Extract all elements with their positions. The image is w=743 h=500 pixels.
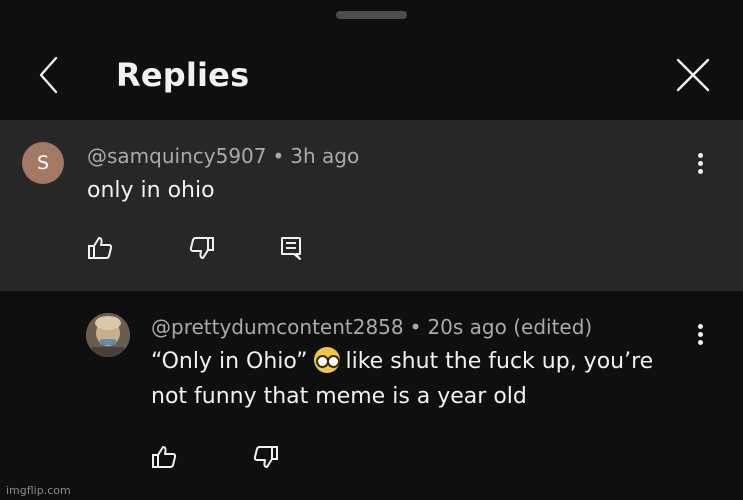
close-button[interactable] [672, 54, 714, 96]
replies-sheet: Replies S @samquincy5907 • 3h ago only in … [0, 0, 743, 500]
watermark: imgflip.com [6, 484, 71, 497]
more-options-button[interactable] [690, 321, 710, 351]
header: Replies [0, 40, 743, 110]
like-button[interactable] [150, 443, 184, 473]
more-vert-icon [697, 324, 703, 329]
nerd-face-emoji [313, 347, 340, 373]
comment-text-line2: not funny that meme is a year old [151, 384, 527, 409]
dislike-button[interactable] [252, 443, 286, 473]
meta-separator: • [272, 144, 285, 168]
reply-comment: @prettydumcontent2858 • 20s ago (edited) “… [0, 291, 743, 500]
drag-handle[interactable] [336, 11, 407, 19]
comment-text: “Only in Ohio” like shut the fuck up, you… [151, 347, 653, 374]
more-options-button[interactable] [690, 150, 710, 180]
close-icon [676, 58, 710, 92]
meta-separator: • [409, 315, 422, 339]
more-vert-icon [697, 153, 703, 158]
reply-comment-icon [281, 237, 301, 260]
comment-meta: @samquincy5907 • 3h ago [87, 144, 359, 168]
timestamp: 3h ago [290, 144, 360, 168]
avatar[interactable]: S [22, 142, 64, 184]
avatar[interactable] [86, 313, 130, 357]
reply-button[interactable] [278, 234, 312, 264]
comment-meta: @prettydumcontent2858 • 20s ago (edited) [151, 315, 592, 339]
thumb-down-icon [253, 446, 278, 468]
thumb-up-icon [88, 237, 113, 259]
author-handle[interactable]: @prettydumcontent2858 [151, 315, 404, 339]
timestamp: 20s ago (edited) [427, 315, 593, 339]
thumb-down-icon [189, 237, 214, 259]
parent-comment: S @samquincy5907 • 3h ago only in ohio [0, 120, 743, 291]
dislike-button[interactable] [188, 234, 222, 264]
author-handle[interactable]: @samquincy5907 [87, 144, 267, 168]
like-button[interactable] [86, 234, 120, 264]
thumb-up-icon [152, 446, 177, 468]
page-title: Replies [116, 56, 250, 94]
back-button[interactable] [32, 54, 66, 96]
comment-text: only in ohio [87, 178, 215, 203]
comment-text-rest: like shut the fuck up, you’re [345, 349, 654, 374]
back-chevron-icon [39, 56, 58, 94]
comment-text-quote: “Only in Ohio” [151, 349, 308, 374]
